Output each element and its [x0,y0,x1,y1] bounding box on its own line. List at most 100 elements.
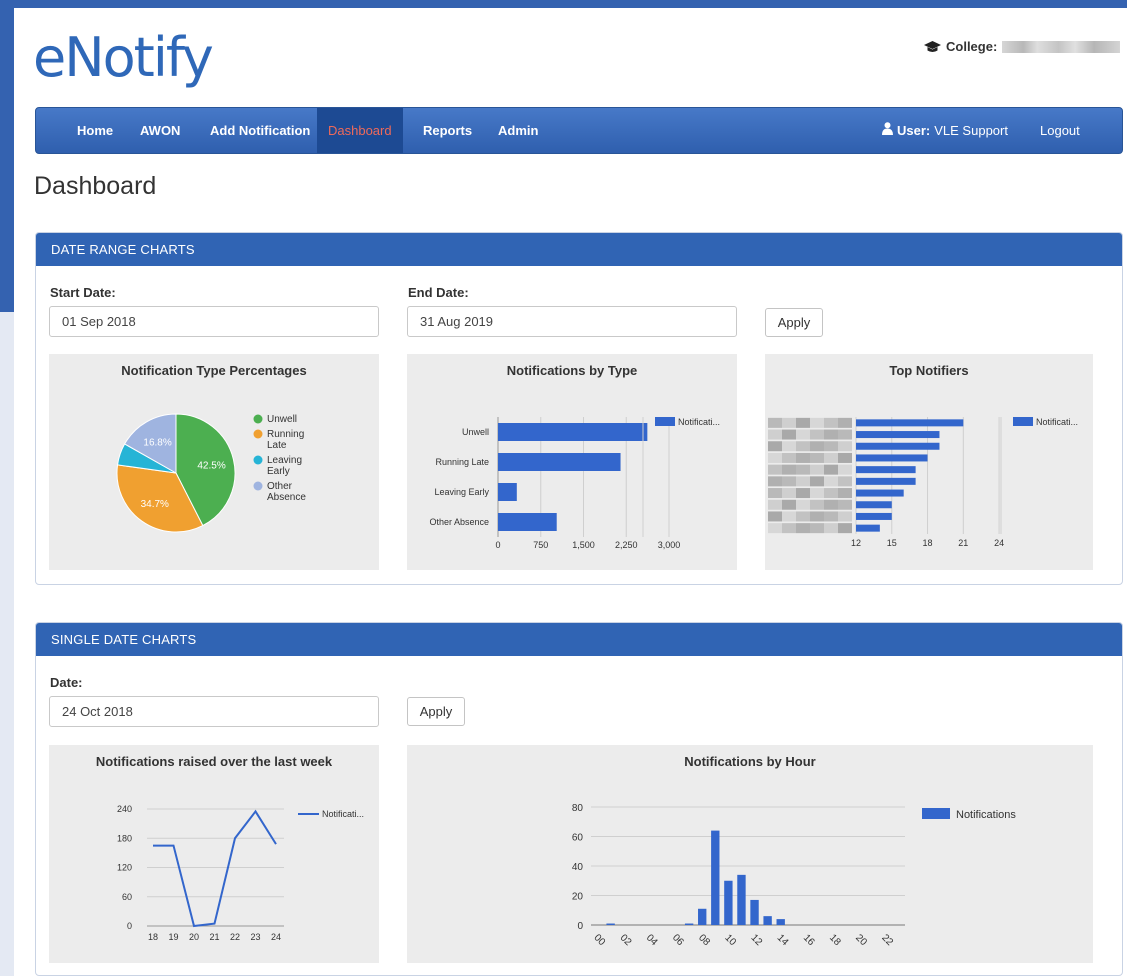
hour-bar [763,916,772,925]
type-x-tick: 3,000 [658,540,681,550]
notifier-name-redacted [768,441,782,452]
date-range-apply-button[interactable]: Apply [765,308,823,337]
hour-x-tick: 20 [853,932,869,948]
notifier-name-redacted [782,452,796,463]
notifier-name-redacted [796,441,810,452]
type-x-tick: 2,250 [615,540,638,550]
week-x-tick: 22 [230,932,240,942]
pie-legend-label: Running [267,429,304,440]
notifier-name-redacted [838,429,852,440]
week-x-tick: 18 [148,932,158,942]
hour-bar [606,923,615,925]
type-x-tick: 1,500 [572,540,595,550]
notifier-name-redacted [838,523,852,534]
college-label: College: [946,39,998,54]
notifier-name-redacted [838,499,852,510]
notifier-name-redacted [782,523,796,534]
end-date-input[interactable] [407,306,737,337]
nav-reports[interactable]: Reports [423,108,472,153]
hour-bar [776,919,785,925]
notifier-name-redacted [782,476,796,487]
notifier-name-redacted [810,476,824,487]
hour-bar [750,899,759,925]
nav-add-notification[interactable]: Add Notification [210,108,310,153]
notifiers-x-tick: 15 [887,538,897,548]
week-y-tick: 180 [117,833,132,843]
nav-awon[interactable]: AWON [140,108,180,153]
notifier-name-redacted [782,511,796,522]
notifier-name-redacted [768,417,782,428]
notifiers-bar [856,454,928,462]
college-name-redacted [1002,40,1121,53]
notifier-name-redacted [782,429,796,440]
nav-dashboard[interactable]: Dashboard [317,108,403,153]
notifier-name-redacted [768,476,782,487]
hour-bar [711,830,720,925]
nav-user[interactable]: User: VLE Support [882,108,1008,153]
pie-legend-swatch [253,414,263,424]
notifiers-x-tick: 24 [994,538,1004,548]
single-date-apply-button[interactable]: Apply [407,697,465,726]
app-logo[interactable]: eNotify [33,26,214,89]
notifier-name-redacted [838,476,852,487]
week-x-tick: 19 [168,932,178,942]
user-icon [882,108,893,153]
hour-y-tick: 60 [572,833,584,844]
single-date-header: SINGLE DATE CHARTS [36,623,1122,656]
notifier-name-redacted [796,523,810,534]
nav-home[interactable]: Home [77,108,113,153]
hour-y-tick: 80 [572,803,584,814]
nav-logout[interactable]: Logout [1040,108,1080,153]
notifier-name-redacted [810,499,824,510]
pie-legend-swatch [253,429,263,439]
pie-legend-swatch [253,481,263,491]
notifier-name-redacted [810,441,824,452]
notifier-name-redacted [824,464,838,475]
notifier-name-redacted [824,452,838,463]
notifier-name-redacted [824,499,838,510]
user-name: VLE Support [934,123,1008,138]
hour-x-tick: 06 [670,932,686,948]
notifier-name-redacted [768,429,782,440]
notifier-name-redacted [824,488,838,499]
hour-y-tick: 40 [572,862,584,873]
week-y-tick: 120 [117,863,132,873]
hour-x-tick: 22 [879,932,895,948]
notifier-name-redacted [796,488,810,499]
start-date-input[interactable] [49,306,379,337]
nav-admin[interactable]: Admin [498,108,538,153]
notifier-name-redacted [768,488,782,499]
week-chart-panel: Notifications raised over the last week … [49,745,379,963]
hour-y-tick: 0 [577,921,583,932]
main-navbar: Home AWON Add Notification Dashboard Rep… [35,107,1123,154]
hour-bar-chart: 0 20 40 60 80 00 02 04 06 08 10 12 14 16 18 20 22 Notific… [572,803,1017,948]
end-date-label: End Date: [408,285,469,300]
week-legend-label: Notificati... [322,809,364,819]
date-input[interactable] [49,696,379,727]
notifier-name-redacted [824,523,838,534]
notifier-name-redacted [824,429,838,440]
hour-x-tick: 14 [775,932,791,948]
notifier-name-redacted [782,499,796,510]
notifier-name-redacted [838,511,852,522]
notifier-name-redacted [768,464,782,475]
notifiers-bar [856,512,892,520]
hour-y-tick: 20 [572,892,584,903]
notifiers-bar [856,466,916,474]
single-date-panel: SINGLE DATE CHARTS Date: Apply Notificat… [35,622,1123,976]
hour-x-tick: 00 [591,932,607,948]
notifier-name-redacted [796,417,810,428]
notifier-name-redacted [782,417,796,428]
start-date-label: Start Date: [50,285,116,300]
type-bar-chart: 0 750 1,500 2,250 3,000 Unwell Running Late Lea… [429,417,720,550]
hour-legend-label: Notifications [956,809,1016,821]
date-range-panel: DATE RANGE CHARTS Start Date: End Date: … [35,232,1123,585]
pie-legend-label: Absence [267,492,306,503]
notifiers-x-tick: 18 [923,538,933,548]
page-title: Dashboard [34,172,157,200]
notifiers-bar [856,501,892,509]
pie-legend-label: Leaving [267,455,302,466]
type-chart-panel: Notifications by Type 0 750 1,500 2,250 3,00… [407,354,737,570]
pie-legend-label: Unwell [267,414,297,425]
hour-x-tick: 02 [618,932,634,948]
